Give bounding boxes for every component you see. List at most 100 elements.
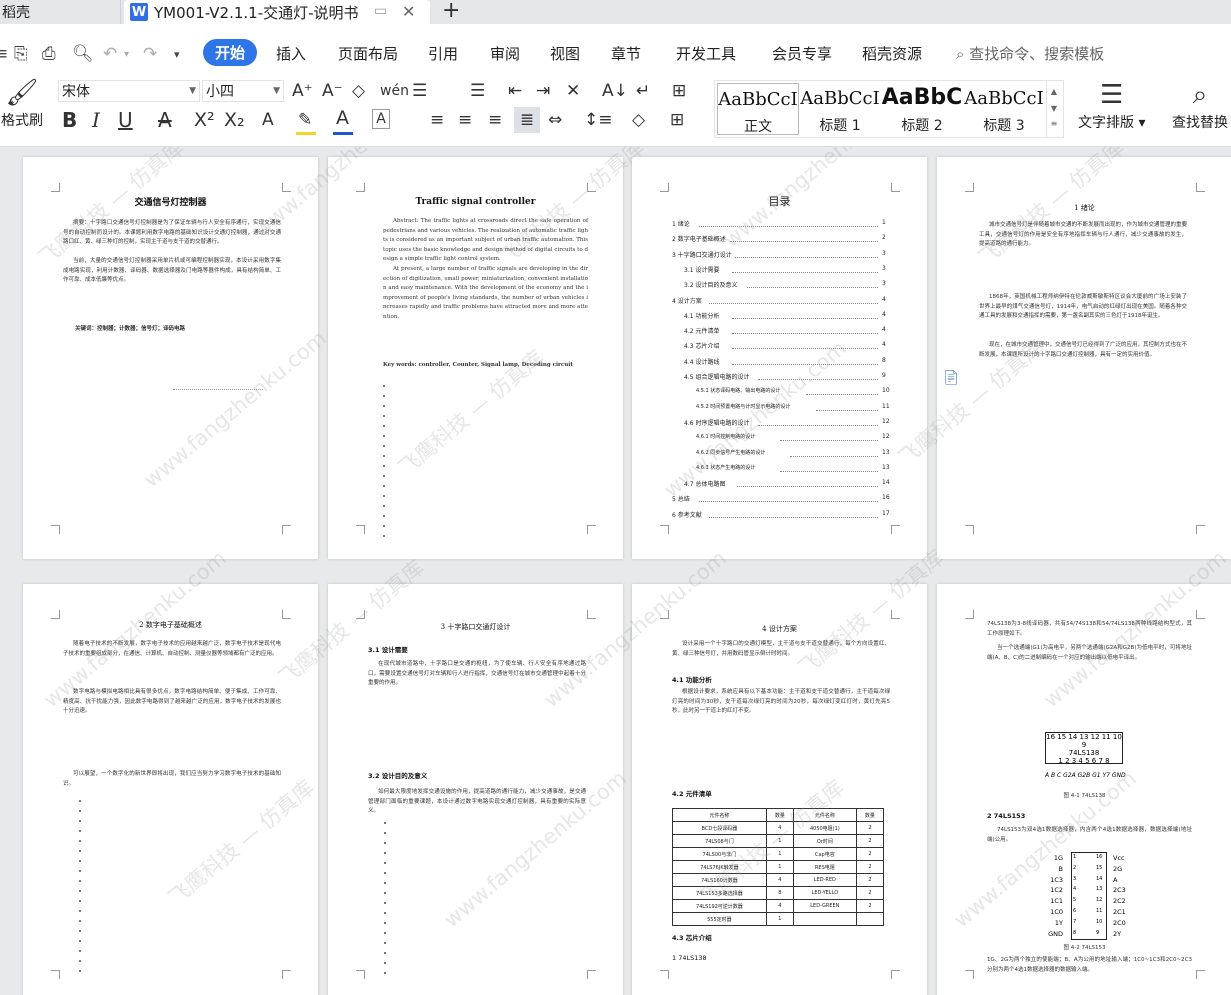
page-8[interactable]: 74LS138为3-8线译码器，共有54/74S138和54/74LS138两种…: [937, 584, 1231, 995]
phonetic-guide-icon[interactable]: wén: [380, 80, 409, 102]
show-hide-marks-icon[interactable]: ↵: [636, 80, 650, 102]
print-preview-icon[interactable]: 🔍︎: [72, 44, 94, 64]
menu-member[interactable]: 会员专享: [772, 43, 832, 64]
tab-previous-label: 稻壳: [2, 5, 30, 21]
undo-dropdown-icon[interactable]: ▾: [124, 49, 129, 60]
page-2[interactable]: Traffic signal controller Abstract: The …: [328, 157, 623, 559]
document-canvas[interactable]: 交通信号灯控制器 摘要：十字路口交通信号灯控制器是为了保证车辆与行人安全有序通行…: [0, 147, 1231, 995]
font-size-select[interactable]: 小四 ▼: [202, 80, 284, 102]
text-effect-icon[interactable]: A: [262, 109, 274, 131]
page-7[interactable]: 4 设计方案 设计采用一个十字路口的交通灯模型，主干道与支干道交替通行，每个方向…: [632, 584, 927, 995]
doc-side-icon[interactable]: 📄︎: [942, 370, 960, 386]
sort-icon[interactable]: A↓: [602, 80, 628, 102]
page-6[interactable]: 3 十字路口交通灯设计 3.1 设计需要 在现代城市道路中，十字路口是交通的枢纽…: [328, 584, 623, 995]
toc-entry[interactable]: 1 绪论: [672, 219, 690, 228]
toc-leader: [735, 256, 878, 258]
toc-entry[interactable]: 4.3 芯片介绍: [684, 341, 719, 350]
underline-icon[interactable]: U: [118, 109, 133, 131]
bold-icon[interactable]: B: [62, 109, 77, 131]
find-replace-button[interactable]: ⌕ 查找替换: [1172, 78, 1228, 132]
align-right-icon[interactable]: ≡: [488, 109, 502, 131]
chip-pin-label: 1C1: [1050, 897, 1063, 906]
menu-chapter[interactable]: 章节: [611, 43, 641, 64]
toc-entry[interactable]: 4.5.2 时间预置电路与计时显示电路的设计: [696, 403, 790, 410]
toc-entry[interactable]: 5 总结: [672, 494, 690, 503]
line-spacing-icon[interactable]: ↕≡: [584, 109, 613, 131]
search-command-box[interactable]: ⌕ 查找命令、搜索模板: [956, 43, 1104, 64]
distributed-align-icon[interactable]: ⇔: [548, 109, 562, 131]
superscript-icon[interactable]: X²: [194, 109, 215, 131]
borders-icon[interactable]: ⊞: [670, 109, 684, 131]
styles-scroll[interactable]: ▲ ▼ ≡: [1046, 81, 1061, 137]
toc-entry[interactable]: 6 参考文献: [672, 510, 702, 519]
toc-entry[interactable]: 4.6.3 状态产生电路的设计: [696, 464, 755, 471]
toc-entry[interactable]: 4.6 时序逻辑电路的设计: [684, 418, 749, 427]
redo-icon[interactable]: ↷: [143, 44, 157, 64]
format-painter-button[interactable]: 🖌︎ 格式刷: [0, 78, 44, 130]
close-icon[interactable]: ✕: [402, 2, 415, 21]
menu-insert[interactable]: 插入: [276, 43, 306, 64]
toc-entry[interactable]: 4.2 元件清单: [684, 326, 719, 335]
menu-page-layout[interactable]: 页面布局: [338, 43, 398, 64]
toc-entry[interactable]: 4.1 功能分析: [684, 311, 719, 320]
decrease-font-icon[interactable]: A⁻: [322, 80, 343, 102]
numbered-list-icon[interactable]: ☰: [470, 80, 485, 102]
undo-icon[interactable]: ↶: [103, 44, 117, 64]
bullet-list-icon[interactable]: ☰: [412, 80, 427, 102]
toc-entry[interactable]: 3.2 设计目的及意义: [684, 280, 737, 289]
add-tab-icon[interactable]: +: [442, 0, 460, 23]
style-heading-1[interactable]: AaBbCcI 标题 1: [799, 83, 881, 135]
page-corner-mark: [282, 525, 291, 534]
menu-review[interactable]: 审阅: [490, 43, 520, 64]
menu-developer[interactable]: 开发工具: [676, 43, 736, 64]
character-border-icon[interactable]: A: [372, 109, 390, 129]
style-heading-3[interactable]: AaBbCcI 标题 3: [963, 83, 1045, 135]
toc-entry[interactable]: 4.6.2 同步信号产生电路的设计: [696, 449, 765, 456]
body-text: At present, a large number of traffic si…: [383, 266, 588, 320]
toc-entry[interactable]: 3.1 设计需要: [684, 265, 719, 274]
highlight-icon[interactable]: ✎: [298, 109, 312, 131]
increase-indent-icon[interactable]: ⇥: [536, 80, 550, 102]
page-5[interactable]: 2 数字电子基础概述 随着电子技术的不断发展，数字电子技术的应用越来越广泛，数字…: [23, 584, 318, 995]
justify-icon[interactable]: ≣: [514, 107, 540, 133]
align-left-icon[interactable]: ≡: [430, 109, 444, 131]
clear-format-icon[interactable]: ◇: [352, 80, 365, 102]
toc-entry[interactable]: 3 十字路口交通灯设计: [672, 250, 732, 259]
toc-entry[interactable]: 4.4 设计路线: [684, 357, 719, 366]
page-1[interactable]: 交通信号灯控制器 摘要：十字路口交通信号灯控制器是为了保证车辆与行人安全有序通行…: [23, 157, 318, 559]
print-icon[interactable]: ⎙: [42, 44, 56, 64]
tab-active-document[interactable]: W YM001-V2.1.1-交通灯-说明书 ▭ ✕: [124, 0, 430, 24]
subscript-icon[interactable]: X₂: [224, 109, 245, 131]
toc-entry[interactable]: 4.5.1 状态译码电路、输出电路的设计: [696, 387, 780, 394]
chinese-layout-icon[interactable]: ✕: [566, 80, 580, 102]
toc-entry[interactable]: 4.6.1 时间控制电路的设计: [696, 433, 755, 440]
style-heading-2[interactable]: AaBbC 标题 2: [881, 83, 963, 135]
screen-icon[interactable]: ▭: [374, 3, 387, 19]
style-label: 正文: [744, 119, 772, 135]
page-3-toc[interactable]: 目录 1 绪论 1 2 数字电子基础概述 2 3 十字路口交通灯设计 3 3.1 设计需要 3…: [632, 157, 927, 559]
page-4[interactable]: 1 绪论 城市交通信号灯是伴随着城市交通的不断发展而出现的，作为城市交通管理的重…: [937, 157, 1231, 559]
toc-entry[interactable]: 4.5 组合逻辑电路的设计: [684, 372, 749, 381]
decrease-indent-icon[interactable]: ⇤: [508, 80, 522, 102]
font-name-select[interactable]: 宋体 ▼: [58, 80, 200, 102]
toc-entry[interactable]: 2 数字电子基础概述: [672, 234, 726, 243]
style-normal[interactable]: AaBbCcI 正文: [717, 83, 799, 135]
italic-icon[interactable]: I: [92, 109, 100, 131]
menu-home[interactable]: 开始: [203, 39, 258, 66]
menu-view[interactable]: 视图: [550, 43, 580, 64]
quick-access-more-icon[interactable]: ▾: [174, 48, 180, 61]
toc-entry[interactable]: 4.7 总体电路图: [684, 479, 725, 488]
tab-ruler-icon[interactable]: ⊞: [672, 80, 686, 102]
align-center-icon[interactable]: ≡: [458, 109, 472, 131]
menu-references[interactable]: 引用: [428, 43, 458, 64]
save-icon[interactable]: ⎘: [14, 44, 28, 64]
font-color-icon[interactable]: A: [336, 107, 349, 129]
text-layout-button[interactable]: ☰ 文字排版 ▾: [1078, 78, 1145, 132]
toc-entry[interactable]: 4 设计方案: [672, 296, 702, 305]
increase-font-icon[interactable]: A⁺: [292, 80, 313, 102]
shading-icon[interactable]: ◇: [632, 109, 645, 131]
menu-toggle-icon[interactable]: ≡: [0, 44, 8, 64]
tab-previous[interactable]: 稻壳: [0, 0, 121, 24]
menu-docer-resources[interactable]: 稻壳资源: [862, 43, 922, 64]
strikethrough-icon[interactable]: A: [158, 109, 172, 131]
